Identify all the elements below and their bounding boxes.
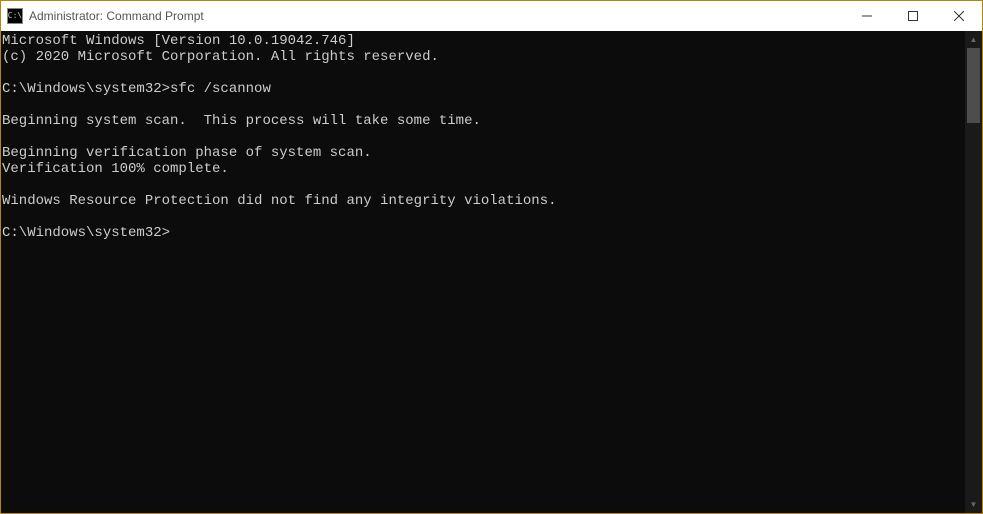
titlebar[interactable]: C:\ Administrator: Command Prompt bbox=[1, 1, 982, 31]
scroll-up-arrow[interactable]: ▲ bbox=[965, 31, 982, 48]
console-area: Microsoft Windows [Version 10.0.19042.74… bbox=[1, 31, 982, 513]
scrollbar-thumb[interactable] bbox=[967, 48, 980, 123]
close-button[interactable] bbox=[936, 1, 982, 31]
console-output[interactable]: Microsoft Windows [Version 10.0.19042.74… bbox=[1, 31, 965, 513]
maximize-button[interactable] bbox=[890, 1, 936, 31]
window-controls bbox=[844, 1, 982, 31]
close-icon bbox=[954, 11, 964, 21]
minimize-icon bbox=[862, 11, 872, 21]
command-prompt-window: C:\ Administrator: Command Prompt Micros… bbox=[0, 0, 983, 514]
vertical-scrollbar[interactable]: ▲ ▼ bbox=[965, 31, 982, 513]
cmd-icon: C:\ bbox=[7, 8, 23, 24]
scrollbar-track[interactable] bbox=[965, 48, 982, 496]
window-title: Administrator: Command Prompt bbox=[29, 9, 844, 23]
scroll-down-arrow[interactable]: ▼ bbox=[965, 496, 982, 513]
minimize-button[interactable] bbox=[844, 1, 890, 31]
maximize-icon bbox=[908, 11, 918, 21]
